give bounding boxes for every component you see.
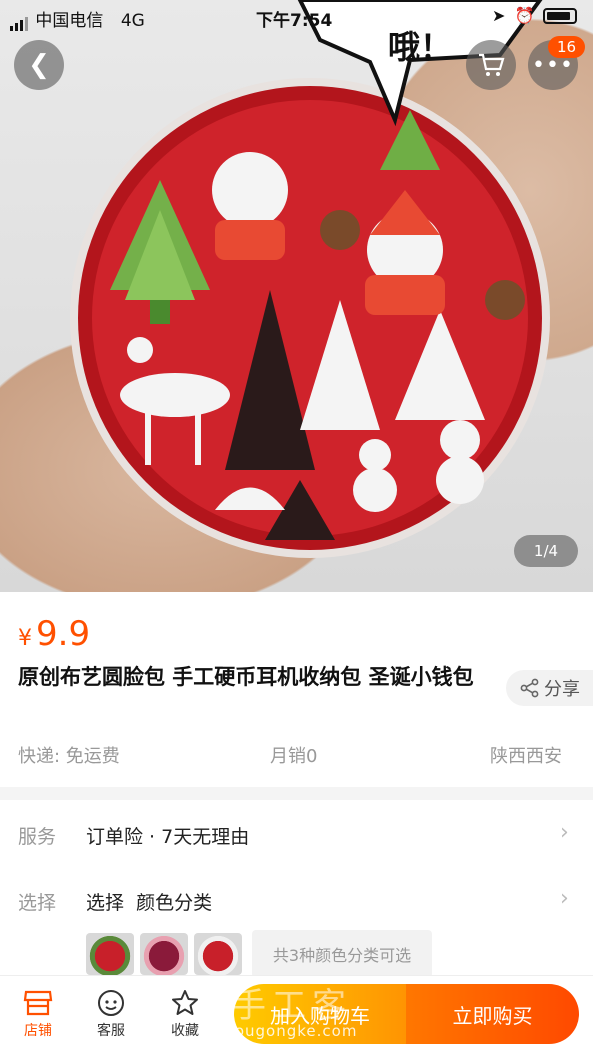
network-type: 4G [120, 11, 145, 31]
chevron-right-icon[interactable]: › [560, 820, 569, 845]
service-label: 服务 [18, 826, 57, 848]
product-image[interactable]: 哦！ 中国电信 4G 下午7:54 ➤ ⏰ ❮ ••• 16 1/4 [0, 0, 593, 592]
select-variant-row[interactable]: 选择 颜色分类 [86, 888, 212, 915]
back-button[interactable]: ❮ [14, 40, 64, 90]
signal-icon [10, 11, 30, 31]
product-info-card: ¥9.9 原创布艺圆脸包 手工硬币耳机收纳包 圣诞小钱包 分享 快递: 免运费 … [0, 592, 593, 787]
store-icon [23, 990, 53, 1016]
share-label: 分享 [544, 679, 580, 700]
cart-count-badge: 16 [548, 36, 586, 58]
price-value: 9.9 [36, 614, 91, 654]
cart-icon [479, 53, 505, 76]
alarm-icon: ⏰ [514, 6, 535, 25]
monthly-sales: 月销0 [270, 746, 318, 767]
carrier-name: 中国电信 [35, 11, 104, 31]
share-button[interactable]: 分享 [506, 670, 593, 706]
service-section: 服务 订单险 · 7天无理由 › 选择 选择 颜色分类 › 共3种颜色分类可选 [0, 800, 593, 985]
shipping-info: 快递: 免运费 [18, 746, 120, 767]
chevron-right-icon[interactable]: › [560, 886, 569, 911]
watermark-url: shougongke.com [215, 1022, 358, 1040]
service-row[interactable]: 订单险 · 7天无理由 [86, 822, 249, 849]
status-bar: 中国电信 4G 下午7:54 ➤ ⏰ [0, 0, 593, 32]
variant-thumbnail[interactable] [194, 933, 242, 975]
product-title: 原创布艺圆脸包 手工硬币耳机收纳包 圣诞小钱包 [18, 665, 474, 689]
variant-thumbnail[interactable] [86, 933, 134, 975]
cart-button[interactable] [466, 40, 516, 90]
variant-count-note: 共3种颜色分类可选 [252, 930, 432, 978]
ship-from-location: 陕西西安 [490, 746, 562, 767]
chevron-left-icon: ❮ [28, 50, 50, 80]
star-icon [172, 990, 198, 1015]
select-label: 选择 [18, 892, 57, 914]
location-icon: ➤ [492, 6, 506, 25]
battery-icon [543, 8, 577, 24]
watermark-logo: 手工客 [232, 986, 352, 1026]
currency-symbol: ¥ [18, 626, 32, 651]
share-icon [520, 678, 539, 698]
clock: 下午7:54 [256, 11, 333, 31]
customer-service-icon [98, 990, 124, 1016]
variant-thumbnail[interactable] [140, 933, 188, 975]
image-page-indicator: 1/4 [514, 535, 578, 567]
product-price: ¥9.9 [18, 614, 90, 654]
pouch-illustration [70, 0, 550, 558]
